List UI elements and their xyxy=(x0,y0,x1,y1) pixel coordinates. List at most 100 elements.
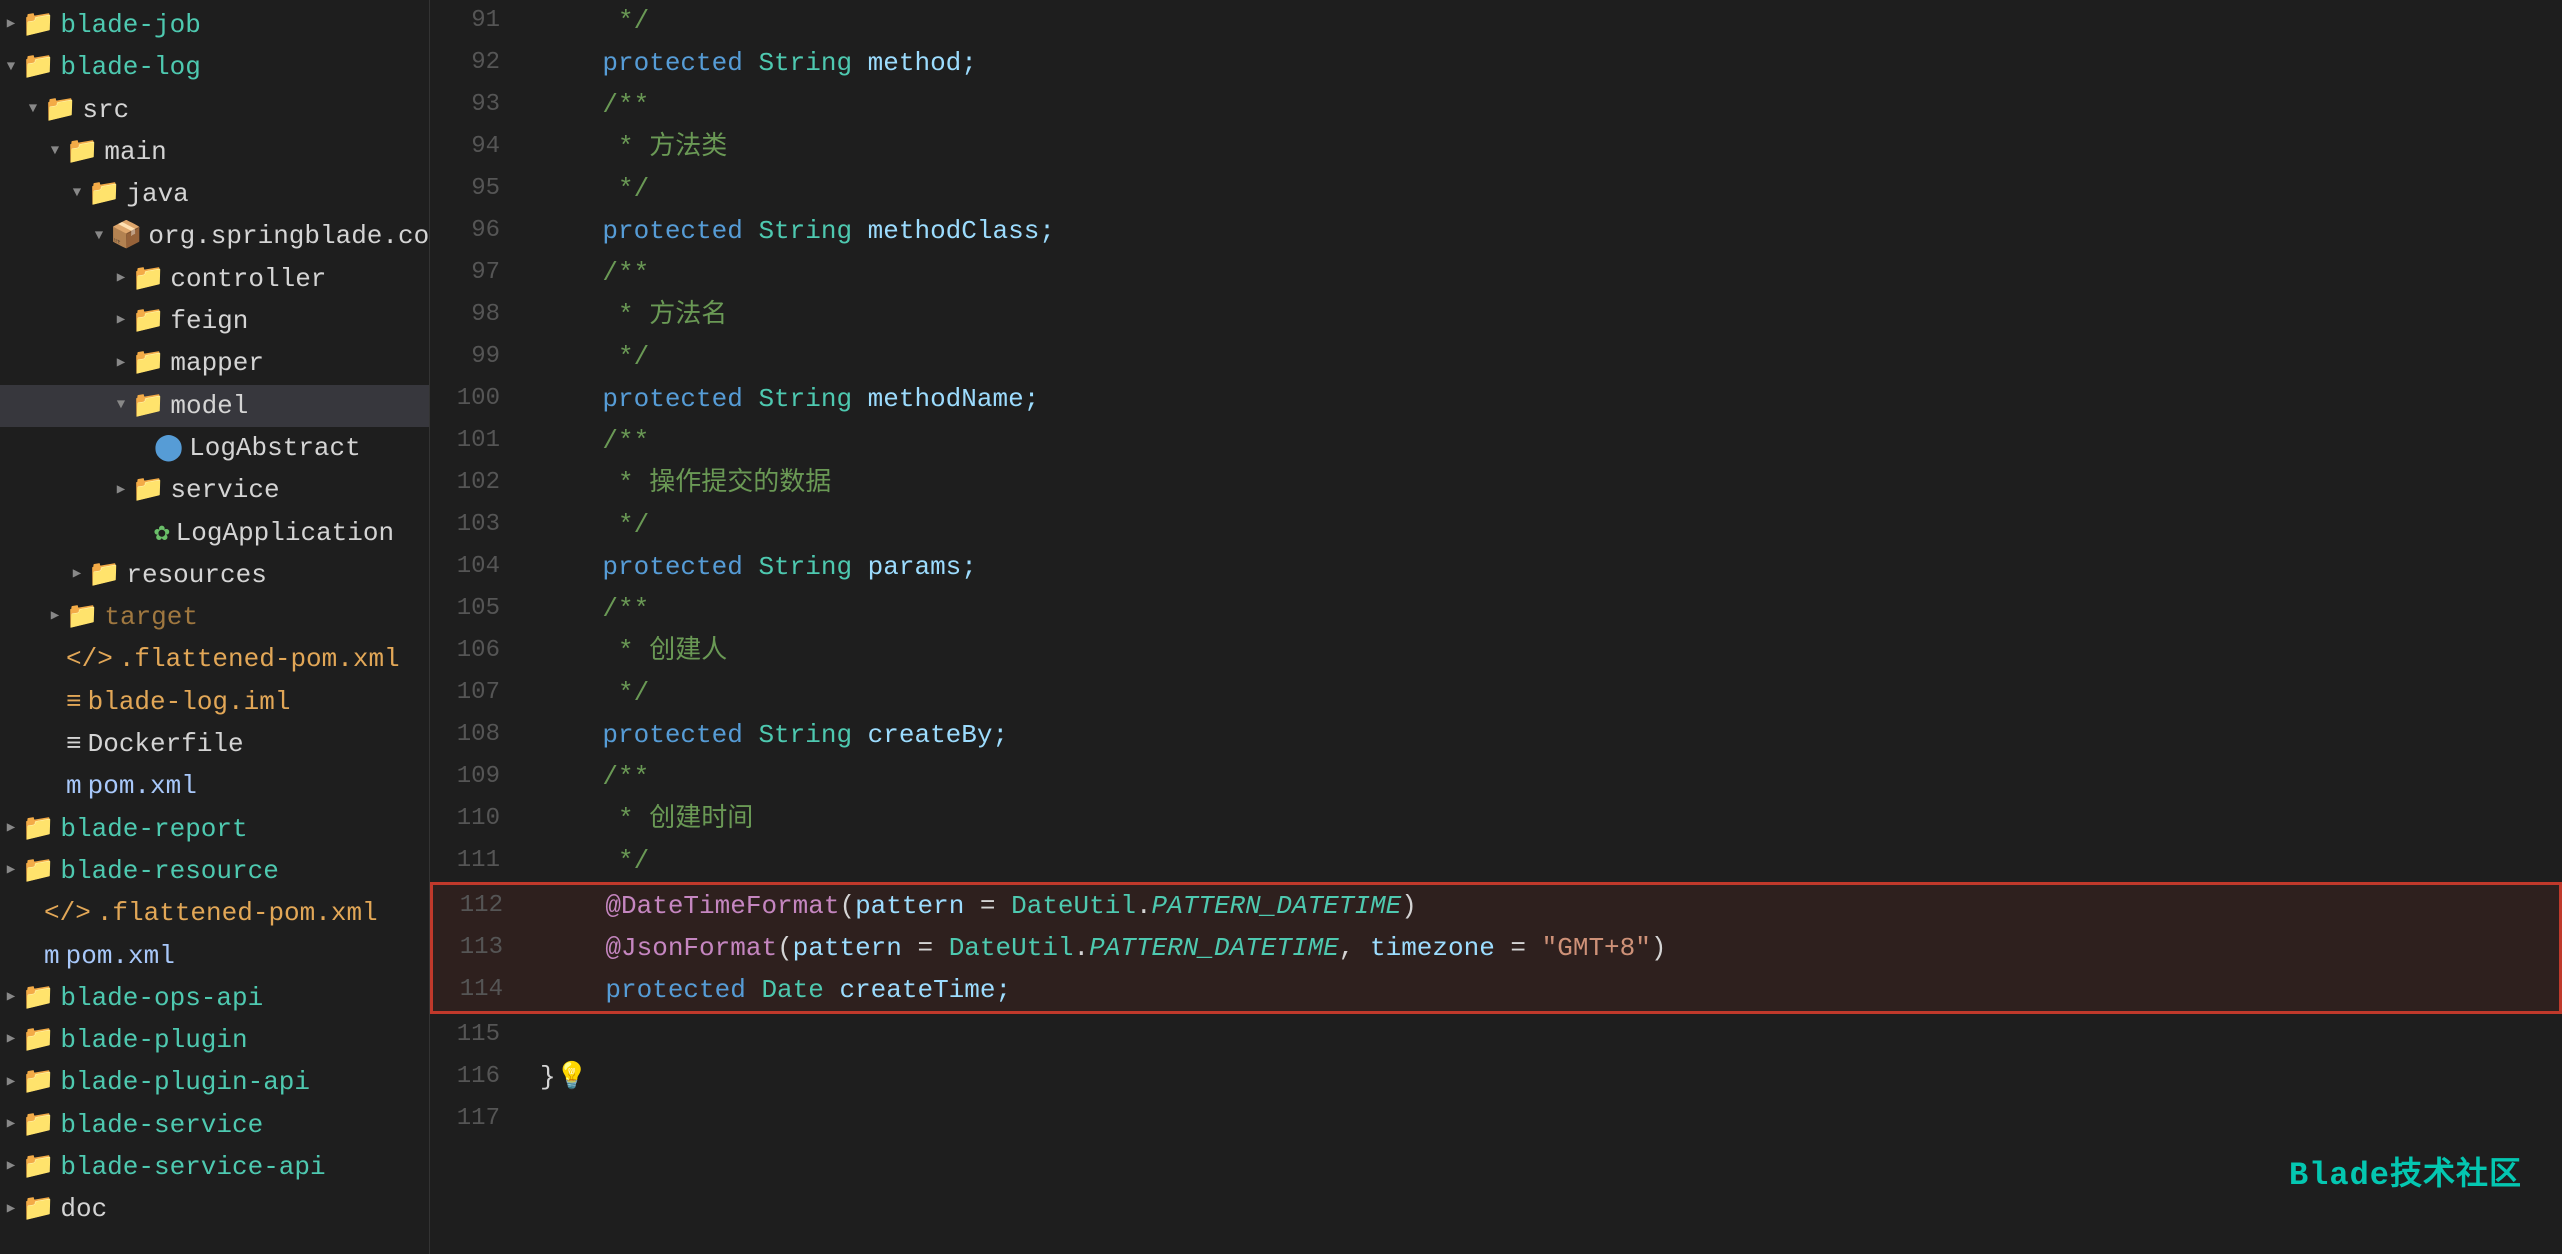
line-number: 93 xyxy=(430,84,520,126)
folder-icon: 📁 xyxy=(22,1062,54,1102)
code-line-109: 109 /** xyxy=(430,756,2562,798)
code-token: } xyxy=(540,1062,556,1092)
expand-arrow[interactable]: ▶ xyxy=(0,1072,22,1094)
expand-arrow[interactable]: ▶ xyxy=(0,1029,22,1051)
pom-icon: m xyxy=(44,936,60,976)
line-number: 106 xyxy=(430,630,520,672)
expand-arrow[interactable]: ▶ xyxy=(0,1114,22,1136)
sidebar-item-blade-log[interactable]: ▼📁blade-log xyxy=(0,46,429,88)
sidebar-item-resources[interactable]: ▶📁resources xyxy=(0,554,429,596)
code-token: * 方法类 xyxy=(602,132,727,162)
line-content: * 方法名 xyxy=(520,294,2562,336)
sidebar-item-blade-job[interactable]: ▶📁blade-job xyxy=(0,4,429,46)
line-number: 115 xyxy=(430,1014,520,1056)
code-editor: 91 */92 protected String method;93 /**94… xyxy=(430,0,2562,1254)
sidebar-item-Dockerfile[interactable]: ≡Dockerfile xyxy=(0,723,429,765)
sidebar-item-label: blade-ops-api xyxy=(60,978,263,1018)
folder-icon: 📁 xyxy=(22,1105,54,1145)
sidebar-item-main[interactable]: ▼📁main xyxy=(0,131,429,173)
line-number: 100 xyxy=(430,378,520,420)
code-token: @DateTimeFormat xyxy=(605,891,839,921)
code-line-93: 93 /** xyxy=(430,84,2562,126)
sidebar-item-src[interactable]: ▼📁src xyxy=(0,89,429,131)
line-content: }💡 xyxy=(520,1056,2562,1098)
sidebar-item-service[interactable]: ▶📁service xyxy=(0,469,429,511)
expand-arrow[interactable]: ▶ xyxy=(110,353,132,375)
sidebar-item-blade-ops-api[interactable]: ▶📁blade-ops-api xyxy=(0,977,429,1019)
sidebar-item-doc[interactable]: ▶📁doc xyxy=(0,1188,429,1230)
line-number: 105 xyxy=(430,588,520,630)
expand-arrow[interactable]: ▶ xyxy=(110,480,132,502)
code-token: protected xyxy=(602,552,758,582)
expand-arrow[interactable]: ▶ xyxy=(66,564,88,586)
code-token: /** xyxy=(602,258,649,288)
code-token: . xyxy=(1136,891,1152,921)
expand-arrow[interactable]: ▶ xyxy=(0,1156,22,1178)
sidebar-item-.flattened-pom2.xml[interactable]: </>.flattened-pom.xml xyxy=(0,892,429,934)
code-token: Date xyxy=(761,975,839,1005)
sidebar-item-label: LogApplication xyxy=(176,513,394,553)
sidebar-item-blade-service[interactable]: ▶📁blade-service xyxy=(0,1104,429,1146)
sidebar-item-pom2.xml[interactable]: mpom.xml xyxy=(0,935,429,977)
sidebar-item-blade-report[interactable]: ▶📁blade-report xyxy=(0,808,429,850)
sidebar-item-mapper[interactable]: ▶📁mapper xyxy=(0,342,429,384)
sidebar-item-.flattened-pom.xml[interactable]: </>.flattened-pom.xml xyxy=(0,638,429,680)
expand-arrow[interactable]: ▼ xyxy=(0,57,22,79)
code-token: timezone xyxy=(1370,933,1495,963)
folder-icon: 📁 xyxy=(22,1189,54,1229)
code-token xyxy=(540,468,602,498)
code-token: pattern xyxy=(793,933,902,963)
code-line-99: 99 */ xyxy=(430,336,2562,378)
code-token: */ xyxy=(602,174,649,204)
sidebar-item-LogAbstract[interactable]: ⬤LogAbstract xyxy=(0,427,429,469)
sidebar-item-label: resources xyxy=(126,555,266,595)
sidebar-item-java[interactable]: ▼📁java xyxy=(0,173,429,215)
sidebar-item-blade-resource[interactable]: ▶📁blade-resource xyxy=(0,850,429,892)
code-token: protected xyxy=(602,48,758,78)
code-token xyxy=(540,300,602,330)
sidebar-item-blade-plugin[interactable]: ▶📁blade-plugin xyxy=(0,1019,429,1061)
line-number: 95 xyxy=(430,168,520,210)
code-token: ( xyxy=(839,891,855,921)
sidebar-item-pom.xml[interactable]: mpom.xml xyxy=(0,765,429,807)
line-number: 103 xyxy=(430,504,520,546)
expand-arrow[interactable]: ▶ xyxy=(44,606,66,628)
expand-arrow[interactable]: ▶ xyxy=(0,1199,22,1221)
sidebar-item-model[interactable]: ▼📁model xyxy=(0,385,429,427)
sidebar-item-feign[interactable]: ▶📁feign xyxy=(0,300,429,342)
sidebar-item-label: blade-service xyxy=(60,1105,263,1145)
code-token: String xyxy=(758,216,867,246)
line-content: /** xyxy=(520,252,2562,294)
sidebar-item-label: blade-report xyxy=(60,809,247,849)
sidebar-item-LogApplication[interactable]: ✿LogApplication xyxy=(0,512,429,554)
expand-arrow[interactable]: ▶ xyxy=(110,268,132,290)
expand-arrow[interactable]: ▼ xyxy=(110,395,132,417)
sidebar-item-blade-log.iml[interactable]: ≡blade-log.iml xyxy=(0,681,429,723)
folder-icon: 📁 xyxy=(66,597,98,637)
sidebar-item-label: blade-job xyxy=(60,5,200,45)
sidebar-item-blade-plugin-api[interactable]: ▶📁blade-plugin-api xyxy=(0,1061,429,1103)
expand-arrow[interactable]: ▶ xyxy=(0,14,22,36)
expand-arrow[interactable]: ▶ xyxy=(110,310,132,332)
line-content: /** xyxy=(520,420,2562,462)
sidebar-item-target[interactable]: ▶📁target xyxy=(0,596,429,638)
code-token xyxy=(543,933,605,963)
expand-arrow[interactable]: ▶ xyxy=(0,818,22,840)
expand-arrow[interactable]: ▼ xyxy=(88,226,110,248)
expand-arrow[interactable]: ▶ xyxy=(0,987,22,1009)
code-line-95: 95 */ xyxy=(430,168,2562,210)
code-token: PATTERN_DATETIME xyxy=(1152,891,1402,921)
sidebar-item-controller[interactable]: ▶📁controller xyxy=(0,258,429,300)
expand-arrow[interactable]: ▼ xyxy=(44,141,66,163)
sidebar-item-blade-service-api[interactable]: ▶📁blade-service-api xyxy=(0,1146,429,1188)
code-token: . xyxy=(1074,933,1090,963)
code-token xyxy=(540,90,602,120)
line-content: * 创建时间 xyxy=(520,798,2562,840)
line-content: /** xyxy=(520,588,2562,630)
sidebar-item-org.springblade.core.log[interactable]: ▼📦org.springblade.core.log xyxy=(0,215,429,257)
code-token: protected xyxy=(602,384,758,414)
expand-arrow[interactable]: ▶ xyxy=(0,860,22,882)
expand-arrow[interactable]: ▼ xyxy=(66,183,88,205)
line-content: */ xyxy=(520,336,2562,378)
expand-arrow[interactable]: ▼ xyxy=(22,99,44,121)
